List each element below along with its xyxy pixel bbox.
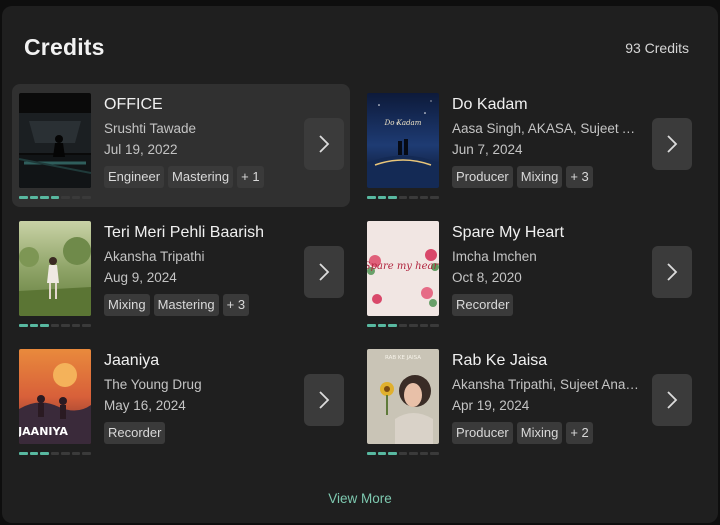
- role-tag: Producer: [452, 166, 513, 188]
- track-artist: Imcha Imchen: [452, 249, 537, 264]
- chevron-right-icon: [667, 135, 678, 153]
- credits-panel: Credits 93 Credits OFFICE Srushti Tawade…: [2, 6, 718, 523]
- more-roles-tag[interactable]: + 3: [566, 166, 593, 188]
- more-roles-tag[interactable]: + 2: [566, 422, 593, 444]
- cover-title: JAANIYA: [19, 425, 68, 438]
- credit-card[interactable]: OFFICE Srushti Tawade Jul 19, 2022 Engin…: [12, 84, 350, 207]
- open-credit-button[interactable]: [652, 246, 692, 298]
- role-tag: Producer: [452, 422, 513, 444]
- album-cover: RAB KE JAISA: [367, 349, 439, 444]
- credit-card[interactable]: JAANIYA Jaaniya The Young Drug May 16, 2…: [12, 340, 350, 463]
- progress-bar: [19, 324, 92, 327]
- progress-bar: [19, 196, 92, 199]
- more-roles-tag[interactable]: + 3: [222, 294, 250, 316]
- album-cover: Spare my heart: [367, 221, 439, 316]
- album-cover: JAANIYA: [19, 349, 91, 444]
- open-credit-button[interactable]: [304, 118, 344, 170]
- chevron-right-icon: [667, 391, 678, 409]
- credit-card[interactable]: Teri Meri Pehli Baarish Akansha Tripathi…: [12, 212, 350, 335]
- panel-title: Credits: [24, 34, 105, 60]
- album-cover: [19, 221, 91, 316]
- credit-card[interactable]: RAB KE JAISA Rab Ke Jaisa Akansha Tripat…: [360, 340, 698, 463]
- release-date: Aug 9, 2024: [104, 270, 177, 285]
- open-credit-button[interactable]: [652, 118, 692, 170]
- chevron-right-icon: [667, 263, 678, 281]
- role-tag: Mixing: [516, 422, 563, 444]
- progress-bar: [19, 452, 92, 455]
- album-cover: Do Kadam: [367, 93, 439, 188]
- progress-bar: [367, 196, 440, 199]
- role-tag: Mastering: [153, 294, 219, 316]
- track-artist: Srushti Tawade: [104, 121, 197, 136]
- release-date: May 16, 2024: [104, 398, 186, 413]
- track-title: Teri Meri Pehli Baarish: [104, 224, 265, 241]
- progress-bar: [367, 452, 440, 455]
- track-artist: Akansha Tripathi: [104, 249, 205, 264]
- album-cover: [19, 93, 91, 188]
- cover-title: RAB KE JAISA: [385, 355, 421, 361]
- role-tag: Mixing: [104, 294, 150, 316]
- role-tag: Engineer: [104, 166, 165, 188]
- track-artist: Akansha Tripathi, Sujeet Anahata: [452, 377, 644, 392]
- role-tag: Recorder: [452, 294, 514, 316]
- credit-card[interactable]: Do Kadam Do Kadam Aasa Singh, AKASA, Suj…: [360, 84, 698, 207]
- cover-title: Spare my heart: [367, 261, 439, 272]
- release-date: Jul 19, 2022: [104, 142, 178, 157]
- role-tag: Mastering: [168, 166, 234, 188]
- track-title: Spare My Heart: [452, 224, 565, 241]
- track-title: Do Kadam: [452, 96, 528, 113]
- release-date: Jun 7, 2024: [452, 142, 523, 157]
- release-date: Apr 19, 2024: [452, 398, 530, 413]
- open-credit-button[interactable]: [304, 246, 344, 298]
- role-tag: Mixing: [516, 166, 563, 188]
- cover-title: Do Kadam: [384, 119, 422, 127]
- track-title: Jaaniya: [104, 352, 160, 369]
- progress-bar: [367, 324, 440, 327]
- release-date: Oct 8, 2020: [452, 270, 522, 285]
- track-title: Rab Ke Jaisa: [452, 352, 548, 369]
- role-tag: Recorder: [104, 422, 166, 444]
- chevron-right-icon: [319, 135, 330, 153]
- track-artist: Aasa Singh, AKASA, Sujeet Anahata: [452, 121, 644, 136]
- view-more-link[interactable]: View More: [2, 491, 718, 506]
- open-credit-button[interactable]: [304, 374, 344, 426]
- open-credit-button[interactable]: [652, 374, 692, 426]
- chevron-right-icon: [319, 263, 330, 281]
- more-roles-tag[interactable]: + 1: [237, 166, 264, 188]
- track-artist: The Young Drug: [104, 377, 202, 392]
- track-title: OFFICE: [104, 96, 163, 113]
- credits-count: 93 Credits: [625, 40, 689, 56]
- chevron-right-icon: [319, 391, 330, 409]
- credit-card[interactable]: Spare my heart Spare My Heart Imcha Imch…: [360, 212, 698, 335]
